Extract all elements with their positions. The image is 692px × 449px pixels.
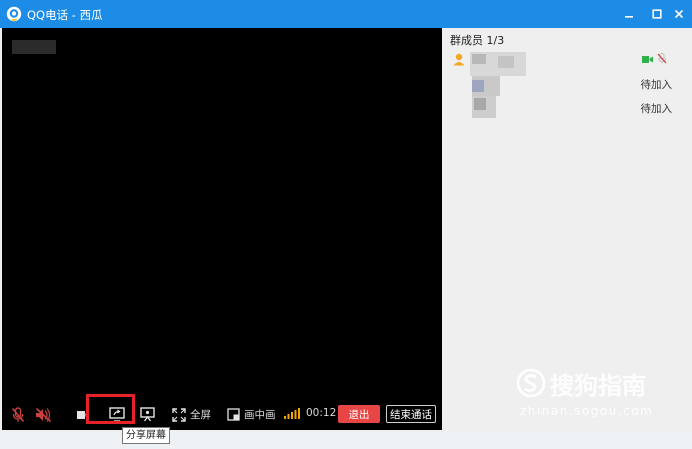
- close-icon: [668, 9, 690, 19]
- watermark: 搜狗指南 zhinan.sogou.com: [514, 360, 686, 426]
- presentation-icon: [140, 407, 155, 422]
- user-avatar-icon: [452, 52, 466, 69]
- qq-call-window: QQ电话 - 西瓜 全屏 画中画 00:12 退出 结束通话 群成员 1/3 待…: [0, 0, 692, 432]
- fullscreen-button[interactable]: 全屏: [172, 407, 211, 422]
- blurred-name-mosaic: [12, 40, 56, 54]
- share-screen-tooltip: 分享屏幕: [122, 427, 170, 444]
- fullscreen-label: 全屏: [190, 409, 211, 421]
- maximize-button[interactable]: [646, 4, 668, 24]
- exit-label: 退出: [348, 408, 370, 421]
- picture-in-picture-label: 画中画: [244, 409, 276, 421]
- mic-muted-icon: [657, 53, 667, 67]
- member-count-header: 群成员 1/3: [450, 34, 505, 47]
- signal-strength-icon: [284, 407, 300, 419]
- speaker-muted-icon: [35, 407, 52, 423]
- mic-mute-button[interactable]: [11, 407, 25, 423]
- whiteboard-button[interactable]: [140, 407, 155, 422]
- window-title: QQ电话 - 西瓜: [27, 8, 103, 22]
- call-status: 00:12: [284, 407, 336, 419]
- speaker-mute-button[interactable]: [35, 407, 52, 423]
- watermark-url: zhinan.sogou.com: [520, 404, 654, 418]
- end-call-label: 结束通话: [390, 408, 432, 421]
- picture-in-picture-button[interactable]: 画中画: [227, 407, 276, 422]
- member-status: 待加入: [640, 103, 673, 115]
- camera-on-icon: [642, 54, 653, 67]
- mic-muted-icon: [11, 407, 25, 423]
- picture-in-picture-icon: [227, 408, 240, 421]
- minimize-icon: [618, 9, 640, 19]
- video-area[interactable]: [2, 28, 442, 400]
- exit-button[interactable]: 退出: [338, 405, 380, 423]
- call-toolbar: 全屏 画中画 00:12 退出 结束通话: [2, 400, 442, 430]
- end-call-button[interactable]: 结束通话: [386, 405, 436, 423]
- sogou-s-logo-icon: [516, 368, 546, 401]
- minimize-button[interactable]: [618, 4, 640, 24]
- close-button[interactable]: [668, 4, 690, 24]
- watermark-brand: 搜狗指南: [550, 372, 646, 400]
- fullscreen-icon: [172, 407, 186, 422]
- call-timer: 00:12: [306, 407, 337, 419]
- member-status: 待加入: [640, 79, 673, 91]
- maximize-icon: [646, 9, 668, 19]
- qq-logo-icon: [6, 6, 22, 22]
- title-bar[interactable]: QQ电话 - 西瓜: [0, 0, 692, 28]
- share-screen-highlight: [86, 394, 135, 424]
